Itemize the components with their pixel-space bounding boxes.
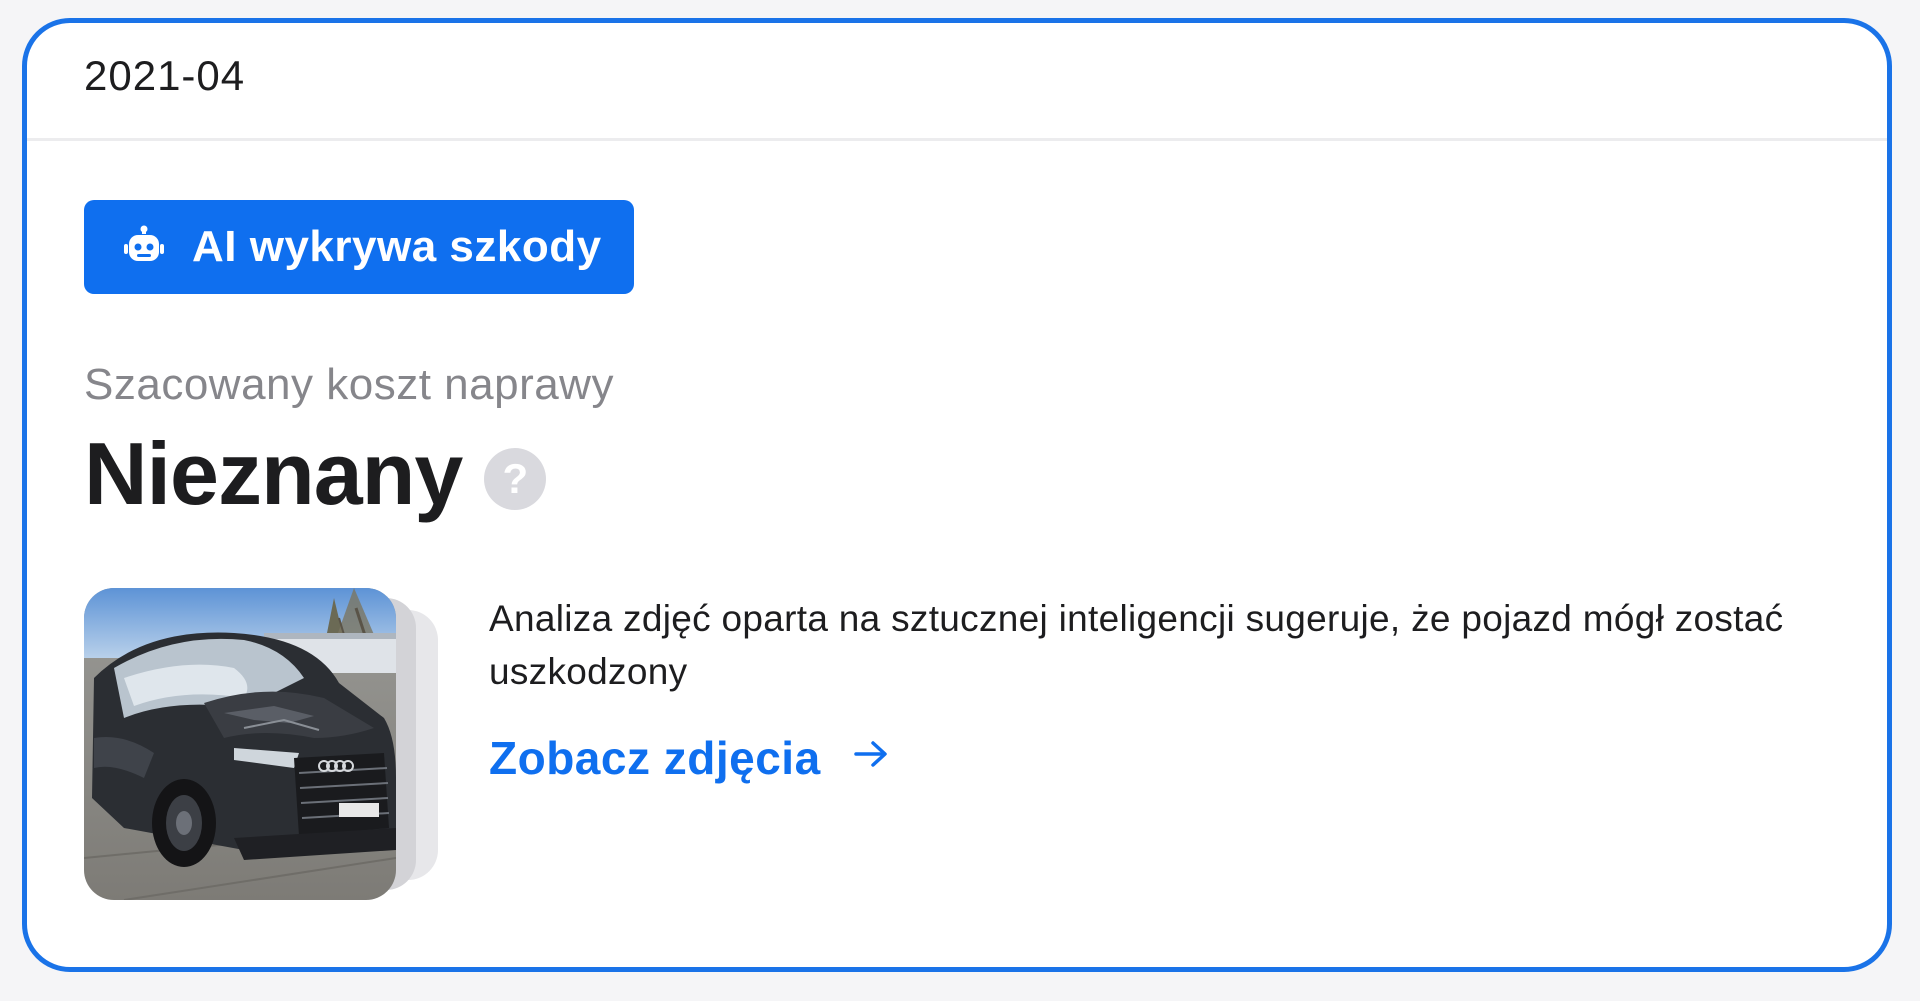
- damage-photo-stack[interactable]: [84, 588, 444, 900]
- card-body: AI wykrywa szkody Szacowany koszt napraw…: [27, 141, 1887, 518]
- analysis-description: Analiza zdjęć oparta na sztucznej inteli…: [489, 598, 1784, 692]
- photo-analysis-section: Analiza zdjęć oparta na sztucznej inteli…: [84, 588, 1844, 908]
- date-label: 2021-04: [84, 51, 246, 99]
- repair-cost-label: Szacowany koszt naprawy: [84, 360, 614, 409]
- help-icon[interactable]: ?: [484, 448, 547, 510]
- card-header: 2021-04: [27, 23, 1887, 141]
- damage-card: 2021-04 AI wykrywa szkody Szacowany kosz…: [22, 18, 1892, 972]
- damaged-car-photo: [84, 588, 396, 900]
- robot-icon: [124, 225, 164, 261]
- arrow-right-icon: [853, 741, 887, 767]
- repair-cost-row: Nieznany ?: [84, 430, 1887, 518]
- view-photos-label: Zobacz zdjęcia: [489, 732, 821, 784]
- ai-badge-label: AI wykrywa szkody: [192, 222, 602, 271]
- ai-damage-detection-badge[interactable]: AI wykrywa szkody: [84, 200, 634, 294]
- damaged-car-image: [84, 588, 396, 900]
- view-photos-link[interactable]: Zobacz zdjęcia: [489, 731, 891, 785]
- repair-cost-value: Nieznany: [84, 424, 463, 523]
